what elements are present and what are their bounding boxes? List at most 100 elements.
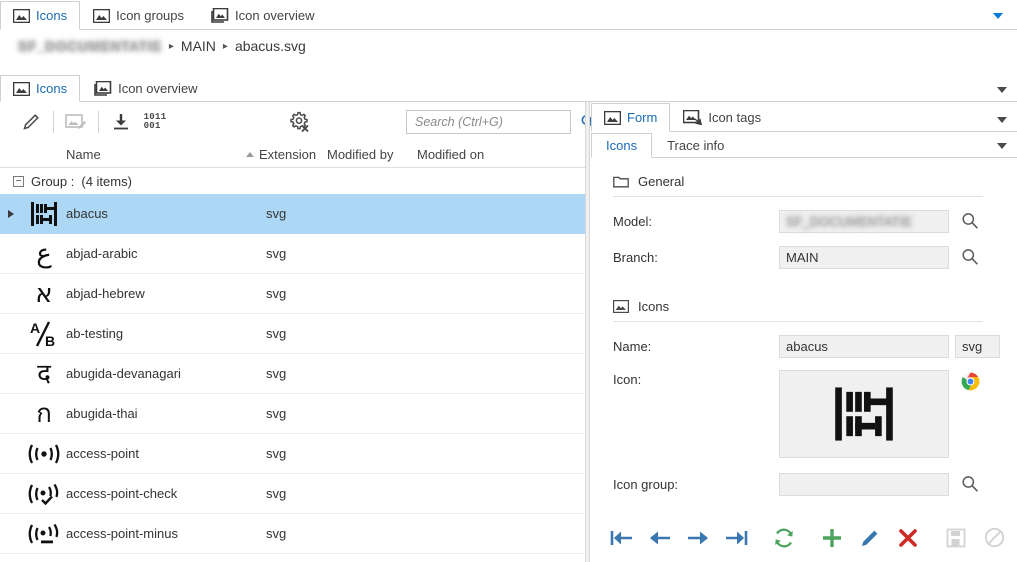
table-row[interactable]: א abjad-hebrew svg [0, 274, 585, 314]
search-box[interactable] [406, 110, 595, 134]
group-row-label: Group : [31, 173, 75, 189]
group-row[interactable]: − Group : (4 items) [0, 168, 585, 194]
cancel-button[interactable] [975, 521, 1013, 555]
clear-settings-button[interactable] [282, 106, 316, 138]
sub-tab-trace-info[interactable]: Trace info [652, 133, 739, 158]
column-headers: Name Extension Modified by Modified on [0, 142, 585, 168]
access-point-icon [22, 443, 66, 465]
table-row[interactable]: access-point-minus svg [0, 514, 585, 554]
refresh-button[interactable] [765, 521, 803, 555]
devanagari-da-glyph: द [37, 358, 51, 389]
hebrew-aleph-glyph: א [35, 278, 53, 309]
svg-text:A: A [30, 320, 40, 336]
table-row[interactable]: access-point-check svg [0, 474, 585, 514]
row-extension: svg [266, 446, 287, 461]
pane-splitter[interactable] [585, 102, 590, 562]
chevron-down-icon[interactable] [993, 13, 1003, 19]
abjad-arabic-icon: ع [22, 240, 66, 268]
table-row[interactable]: ก abugida-thai svg [0, 394, 585, 434]
tab-icon-groups[interactable]: Icon groups [80, 1, 197, 30]
edit-image-button[interactable] [59, 106, 93, 138]
icons-list: abacus svg ع abjad-arabic svg א abjad-he… [0, 194, 585, 554]
icon-group-field[interactable] [779, 472, 949, 496]
next-record-button[interactable] [679, 521, 717, 555]
chevron-down-icon[interactable] [997, 117, 1007, 123]
sub-tab-icons[interactable]: Icons [0, 75, 81, 102]
abjad-hebrew-icon: א [22, 280, 66, 308]
breadcrumb-item-file[interactable]: abacus.svg [235, 38, 306, 54]
edit-button[interactable] [851, 521, 889, 555]
row-name: access-point-check [66, 486, 178, 501]
add-button[interactable] [813, 521, 851, 555]
tab-icon-tags-label: Icon tags [708, 110, 762, 125]
detail-form-pane: Form Icon tags Icons Trace info General … [591, 102, 1017, 562]
tab-icons[interactable]: Icons [0, 1, 81, 30]
tab-icon-tags[interactable]: Icon tags [670, 103, 774, 132]
column-header-modified-on[interactable]: Modified on [417, 147, 484, 162]
extension-field[interactable]: svg [955, 334, 1000, 358]
model-lookup-icon[interactable] [961, 212, 979, 230]
first-record-button[interactable] [603, 521, 641, 555]
access-point-check-icon [22, 483, 66, 505]
arabic-ain-glyph: ع [36, 238, 52, 269]
row-extension: svg [266, 206, 287, 221]
save-button[interactable] [937, 521, 975, 555]
tab-icons-label: Icons [36, 8, 68, 23]
row-expander[interactable] [0, 209, 22, 218]
icon-preview[interactable] [779, 370, 949, 458]
model-field[interactable]: SF_DOCUMENTATIE [779, 209, 949, 233]
row-extension: svg [266, 326, 287, 341]
row-name: abjad-arabic [66, 246, 138, 261]
row-extension: svg [266, 406, 287, 421]
sub-tab-icon-overview[interactable]: Icon overview [80, 75, 210, 102]
table-row[interactable]: ع abjad-arabic svg [0, 234, 585, 274]
image-tag-icon [683, 110, 703, 125]
model-value: SF_DOCUMENTATIE [786, 213, 912, 229]
breadcrumb-item-model[interactable]: SF_DOCUMENTATIE [18, 38, 162, 54]
edit-pencil-button[interactable] [14, 106, 48, 138]
row-name: abjad-hebrew [66, 286, 145, 301]
table-row[interactable]: abacus svg [0, 194, 585, 234]
last-record-button[interactable] [717, 521, 755, 555]
top-tab-strip: Icons Icon groups Icon overview [0, 0, 1017, 30]
chevron-down-icon[interactable] [997, 87, 1007, 93]
row-name: abugida-devanagari [66, 366, 181, 381]
breadcrumb-item-branch[interactable]: MAIN [181, 38, 216, 54]
table-row[interactable]: access-point svg [0, 434, 585, 474]
breadcrumb-separator: ▸ [168, 40, 174, 52]
tab-icon-overview[interactable]: Icon overview [197, 1, 327, 30]
ab-testing-icon: A B [22, 320, 66, 348]
abugida-thai-icon: ก [22, 400, 66, 428]
table-row[interactable]: द abugida-devanagari svg [0, 354, 585, 394]
sub-tab-icons-detail[interactable]: Icons [591, 133, 653, 158]
tab-form[interactable]: Form [591, 103, 671, 132]
abacus-icon [22, 201, 66, 227]
chrome-icon[interactable] [961, 372, 980, 458]
icon-group-lookup-icon[interactable] [961, 475, 979, 493]
search-input[interactable] [413, 112, 580, 132]
download-button[interactable] [104, 106, 138, 138]
sub-tab-trace-info-label: Trace info [667, 138, 725, 153]
branch-field[interactable]: MAIN [779, 245, 949, 269]
chevron-down-icon[interactable] [997, 143, 1007, 149]
toolbar-divider [53, 111, 54, 133]
table-row[interactable]: A B ab-testing svg [0, 314, 585, 354]
access-point-minus-icon [22, 523, 66, 545]
icon-group-label: Icon group: [613, 476, 679, 492]
branch-lookup-icon[interactable] [961, 248, 979, 266]
image-icon [93, 8, 111, 23]
group-collapse-icon[interactable]: − [13, 175, 24, 187]
section-icons-header: Icons [613, 299, 983, 322]
section-general-header: General [613, 174, 983, 197]
folder-icon [613, 175, 629, 188]
breadcrumb: SF_DOCUMENTATIE ▸ MAIN ▸ abacus.svg [0, 30, 1017, 62]
column-header-extension[interactable]: Extension [259, 147, 327, 162]
record-action-bar [591, 513, 1017, 562]
name-label: Name: [613, 338, 652, 354]
binary-button[interactable]: 1011 001 [138, 106, 172, 138]
name-field[interactable]: abacus [779, 334, 949, 358]
column-header-name[interactable]: Name [66, 147, 246, 162]
column-header-modified-by[interactable]: Modified by [327, 147, 417, 162]
previous-record-button[interactable] [641, 521, 679, 555]
delete-button[interactable] [889, 521, 927, 555]
